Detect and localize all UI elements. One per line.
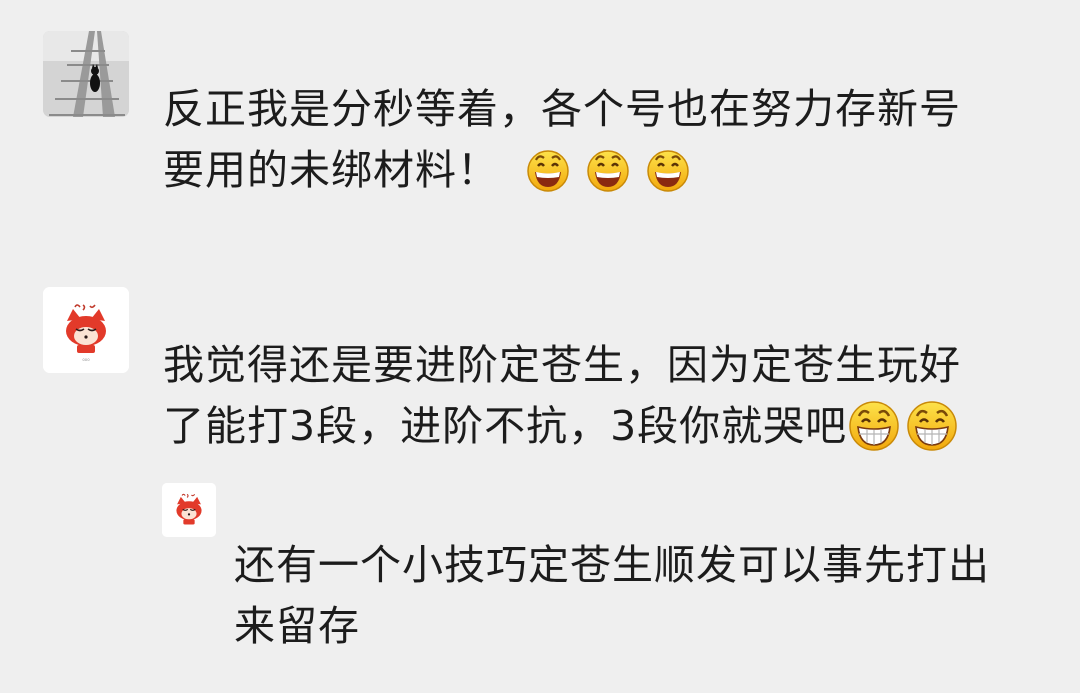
big-grin-emoji <box>847 398 901 452</box>
comment-2-text: 我觉得还是要进阶定苍生，因为定苍生玩好 了能打3段，进阶不抗，3段你就哭吧 <box>163 335 961 457</box>
grin-emoji <box>585 146 631 192</box>
comment-line: 了能打3段，进阶不抗，3段你就哭吧 <box>163 396 961 457</box>
avatar-fox-small[interactable] <box>162 483 216 537</box>
avatar-fox[interactable]: ooo <box>43 287 129 373</box>
grin-emoji <box>645 146 691 192</box>
comment-line: 反正我是分秒等着，各个号也在努力存新号 <box>163 85 961 133</box>
avatar-cat-photo[interactable] <box>43 31 129 117</box>
svg-text:ooo: ooo <box>82 357 90 362</box>
comment-line: 还有一个小技巧定苍生顺发可以事先打出 <box>234 541 990 589</box>
red-fox-cartoon-avatar <box>162 483 216 537</box>
comment-line: 我觉得还是要进阶定苍生，因为定苍生玩好 <box>163 341 961 389</box>
comment-line: 要用的未绑材料！ <box>163 140 961 201</box>
grin-emoji <box>525 146 571 192</box>
comment-1-text: 反正我是分秒等着，各个号也在努力存新号 要用的未绑材料！ <box>163 79 961 201</box>
black-cat-on-rail-track-photo <box>43 31 129 117</box>
comment-3-text: 还有一个小技巧定苍生顺发可以事先打出 来留存 <box>234 535 990 657</box>
big-grin-emoji <box>905 398 959 452</box>
red-fox-cartoon-avatar: ooo <box>43 287 129 373</box>
comment-line: 来留存 <box>234 602 360 650</box>
